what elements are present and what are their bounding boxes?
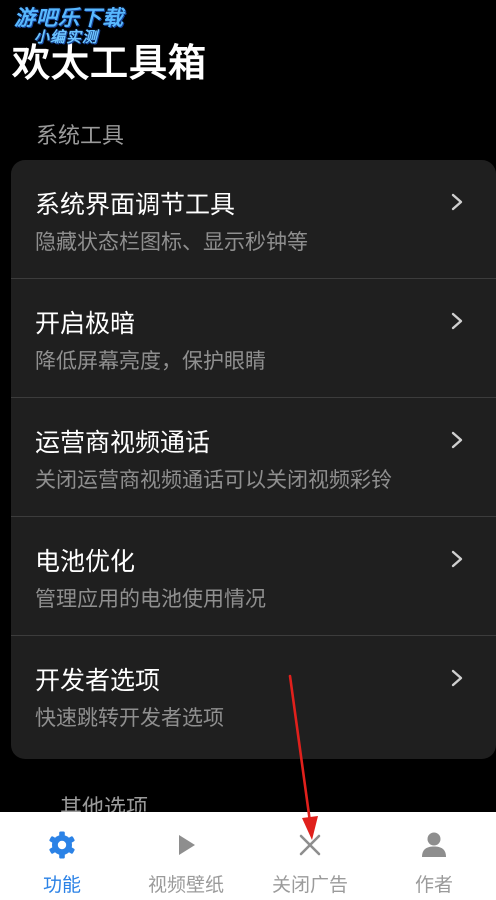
system-tools-card: 系统界面调节工具 隐藏状态栏图标、显示秒钟等 开启极暗 降低屏幕亮度，保护眼睛 …: [11, 160, 496, 759]
item-subtitle: 关闭运营商视频通话可以关闭视频彩铃: [35, 468, 392, 492]
nav-item-author[interactable]: 作者: [372, 812, 496, 900]
chevron-right-icon: [451, 550, 463, 568]
bottom-navigation: 功能 视频壁纸 关闭广告 作者: [0, 812, 496, 900]
item-subtitle: 快速跳转开发者选项: [35, 706, 224, 730]
nav-item-close-ads[interactable]: 关闭广告: [248, 812, 372, 900]
item-title: 系统界面调节工具: [35, 190, 236, 219]
play-icon: [179, 835, 195, 855]
list-item-battery-optimization[interactable]: 电池优化 管理应用的电池使用情况: [11, 517, 496, 636]
item-subtitle: 隐藏状态栏图标、显示秒钟等: [35, 230, 308, 254]
gear-icon: [49, 831, 75, 859]
section-label-system: 系统工具: [36, 124, 125, 149]
watermark-logo: 游吧乐下载 小编实测: [14, 8, 124, 45]
watermark-line1: 游吧乐下载: [14, 6, 124, 30]
item-subtitle: 降低屏幕亮度，保护眼睛: [35, 349, 266, 373]
nav-label: 关闭广告: [271, 874, 348, 896]
nav-item-functions[interactable]: 功能: [0, 812, 124, 900]
chevron-right-icon: [451, 669, 463, 687]
person-icon: [422, 832, 446, 857]
nav-label: 视频壁纸: [147, 874, 224, 896]
app-screen: 游吧乐下载 小编实测 欢太工具箱 系统工具 系统界面调节工具 隐藏状态栏图标、显…: [0, 0, 496, 900]
list-item-system-ui-tuner[interactable]: 系统界面调节工具 隐藏状态栏图标、显示秒钟等: [11, 160, 496, 279]
watermark-line2: 小编实测: [34, 28, 99, 46]
list-item-developer-options[interactable]: 开发者选项 快速跳转开发者选项: [11, 636, 496, 755]
chevron-right-icon: [451, 431, 463, 449]
item-subtitle: 管理应用的电池使用情况: [35, 587, 266, 611]
nav-item-video-wallpaper[interactable]: 视频壁纸: [124, 812, 248, 900]
close-icon: [299, 834, 321, 856]
list-item-carrier-video-call[interactable]: 运营商视频通话 关闭运营商视频通话可以关闭视频彩铃: [11, 398, 496, 517]
item-title: 电池优化: [35, 547, 136, 576]
item-title: 运营商视频通话: [35, 428, 211, 457]
nav-label: 功能: [42, 874, 81, 896]
nav-label: 作者: [414, 874, 453, 896]
item-title: 开发者选项: [35, 666, 161, 695]
item-title: 开启极暗: [35, 309, 136, 338]
chevron-right-icon: [451, 193, 463, 211]
list-item-extra-dim[interactable]: 开启极暗 降低屏幕亮度，保护眼睛: [11, 279, 496, 398]
chevron-right-icon: [451, 312, 463, 330]
